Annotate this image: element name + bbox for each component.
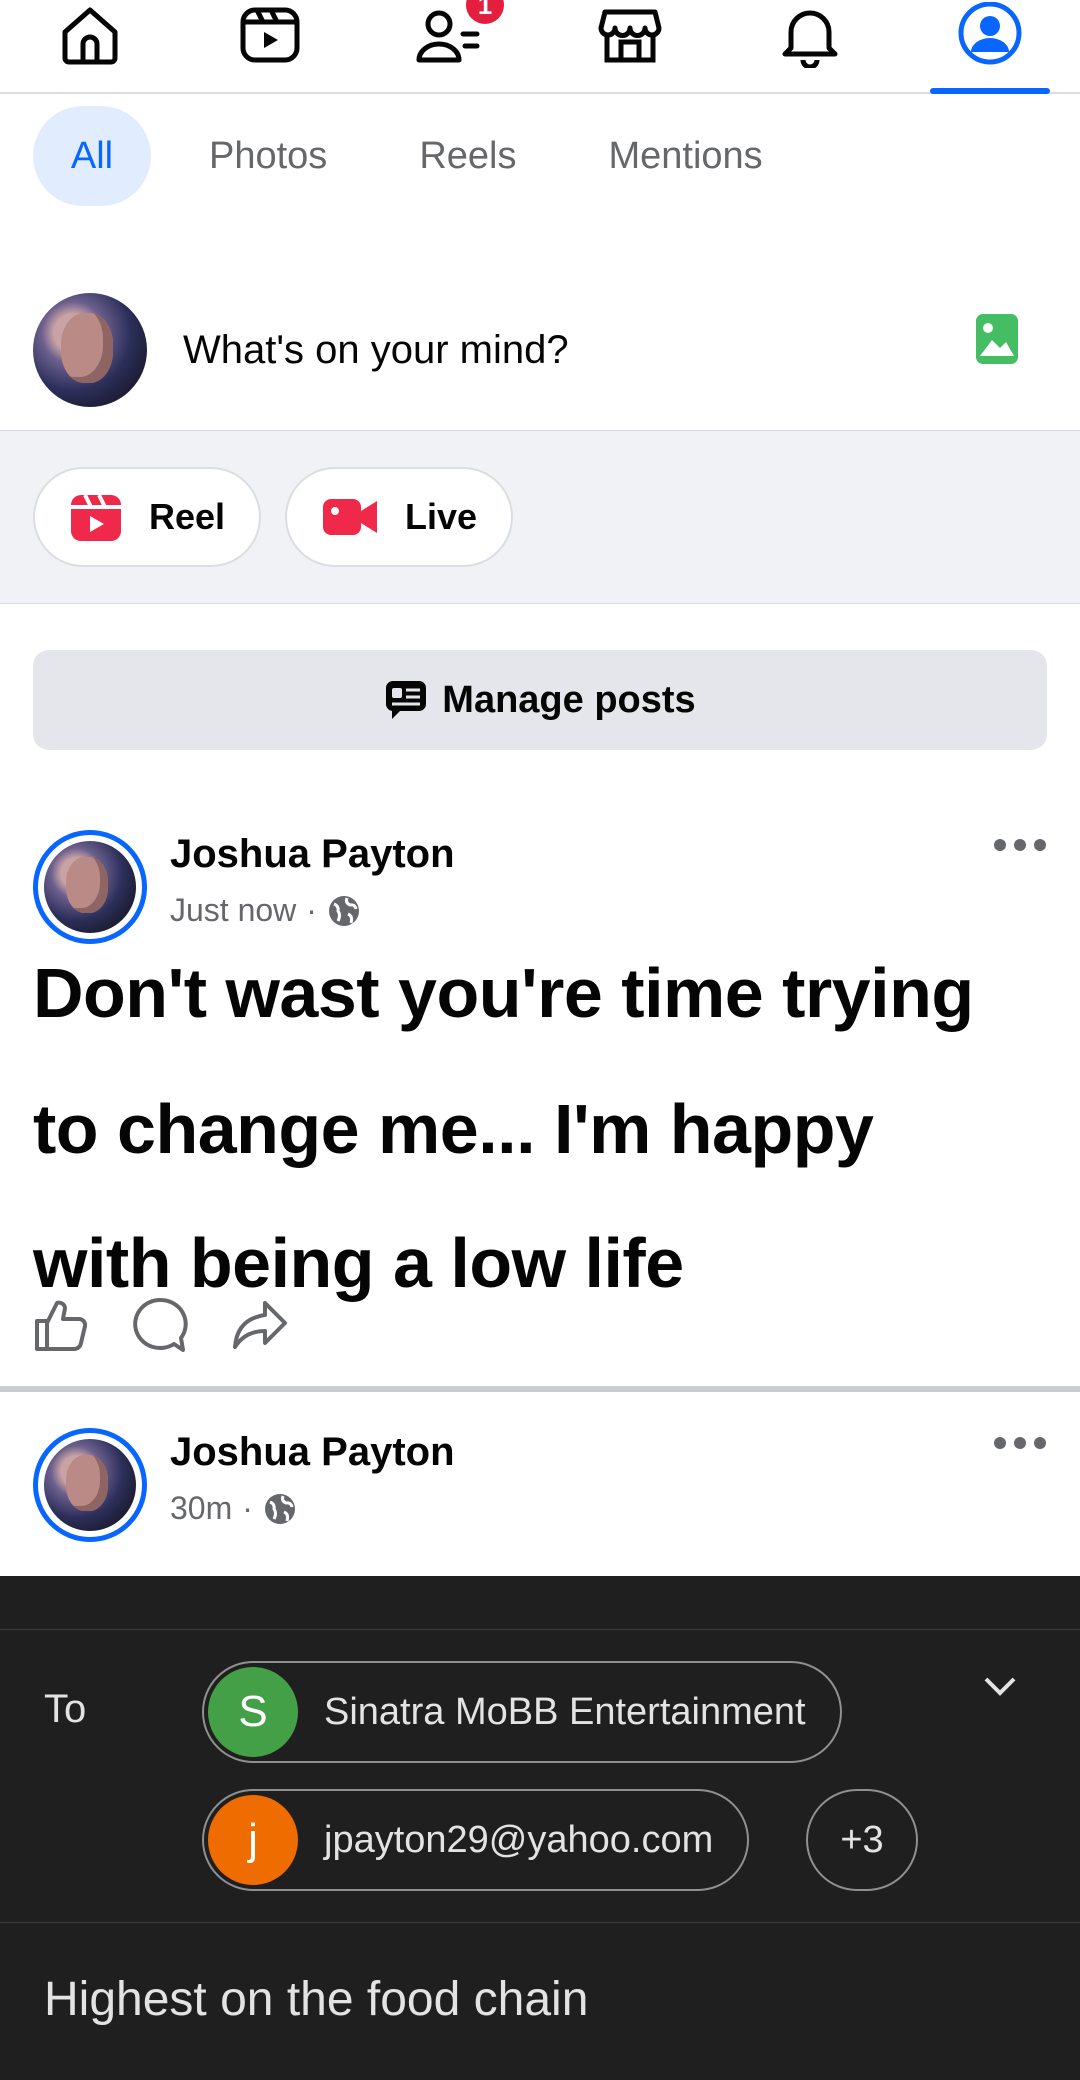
recipient-name: Sinatra MoBB Entertainment [324,1690,806,1733]
recipients-row: To S Sinatra MoBB Entertainment j jpayto… [0,1631,1080,1899]
bell-icon [782,10,838,68]
post-author[interactable]: Joshua Payton [170,1430,455,1475]
post-actions [33,1296,331,1354]
nav-profile[interactable] [900,0,1080,94]
nav-friends[interactable]: 1 [360,0,540,92]
post-text-line: to change me... I'm happy [33,1090,874,1168]
top-navigation-bar: 1 [0,0,1080,94]
nav-marketplace[interactable] [540,0,720,92]
tab-photos[interactable]: Photos [209,106,327,206]
avatar[interactable] [33,830,147,944]
nav-home[interactable] [0,0,180,92]
post-text-line: with being a low life [33,1224,684,1302]
filter-tabs: All Photos Reels Mentions [0,96,1080,216]
more-dots-icon [994,1437,1046,1449]
separator-dot: · [242,1490,253,1526]
like-button[interactable] [33,1297,89,1353]
photo-icon [976,314,1018,364]
nav-notifications[interactable] [720,0,900,92]
reel-label: Reel [149,496,226,537]
more-dots-icon [994,839,1046,851]
globe-icon[interactable] [263,1492,297,1526]
like-icon [35,1300,88,1352]
sheet-header [0,1576,1080,1630]
more-recipients-button[interactable]: +3 [806,1789,918,1891]
post-meta: 30m · [170,1490,297,1527]
post-body: Don't wast you're time trying to change … [33,954,1053,1302]
recipient-chip[interactable]: S Sinatra MoBB Entertainment [202,1661,842,1763]
live-label: Live [405,496,478,537]
sheet-divider [0,1922,1080,1923]
post-composer[interactable]: What's on your mind? [0,270,1080,430]
manage-posts-button[interactable]: Manage posts [33,650,1047,750]
manage-posts-label: Manage posts [442,678,696,721]
composer-placeholder[interactable]: What's on your mind? [183,328,569,373]
recipient-chip[interactable]: j jpayton29@yahoo.com [202,1789,750,1891]
post-divider [0,1386,1080,1392]
live-video-icon [323,499,378,535]
recipient-name: jpayton29@yahoo.com [324,1818,714,1861]
post-header: Joshua Payton Just now · [33,830,1047,950]
chevron-down-icon [984,1677,1016,1696]
avatar[interactable] [33,293,147,407]
post-meta: Just now · [170,892,361,929]
post-author[interactable]: Joshua Payton [170,832,455,877]
manage-posts-icon [386,681,427,719]
quick-actions-strip: Reel Live [0,430,1080,604]
share-icon [233,1301,287,1349]
to-label: To [44,1687,87,1731]
home-icon [62,7,118,65]
post-time[interactable]: Just now [170,892,296,929]
post-text-line: Don't wast you're time trying [33,954,974,1032]
avatar[interactable] [33,1428,147,1542]
tab-reels[interactable]: Reels [419,106,516,206]
add-photo-button[interactable] [974,312,1020,366]
reel-button[interactable]: Reel [33,467,262,567]
nav-video[interactable] [180,0,360,92]
separator-dot: · [306,892,317,928]
recipient-initial: S [208,1667,298,1757]
recipient-initial: j [208,1795,298,1885]
video-icon [240,7,300,63]
marketplace-icon [598,9,662,63]
more-options-button[interactable] [993,1436,1047,1450]
share-sheet: To S Sinatra MoBB Entertainment j jpayto… [0,1576,1080,2080]
live-button[interactable]: Live [285,467,514,567]
subject-field[interactable]: Highest on the food chain [44,1972,588,2027]
more-options-button[interactable] [993,838,1047,852]
post-header: Joshua Payton 30m · [33,1428,1047,1548]
share-button[interactable] [231,1297,289,1353]
expand-recipients-button[interactable] [982,1675,1018,1699]
profile-icon [958,2,1022,65]
comment-icon [133,1297,188,1352]
globe-icon[interactable] [327,894,361,928]
post-time[interactable]: 30m [170,1490,232,1527]
reel-icon [71,494,121,541]
tab-all[interactable]: All [33,106,151,206]
comment-button[interactable] [131,1296,189,1354]
tab-mentions[interactable]: Mentions [608,106,762,206]
